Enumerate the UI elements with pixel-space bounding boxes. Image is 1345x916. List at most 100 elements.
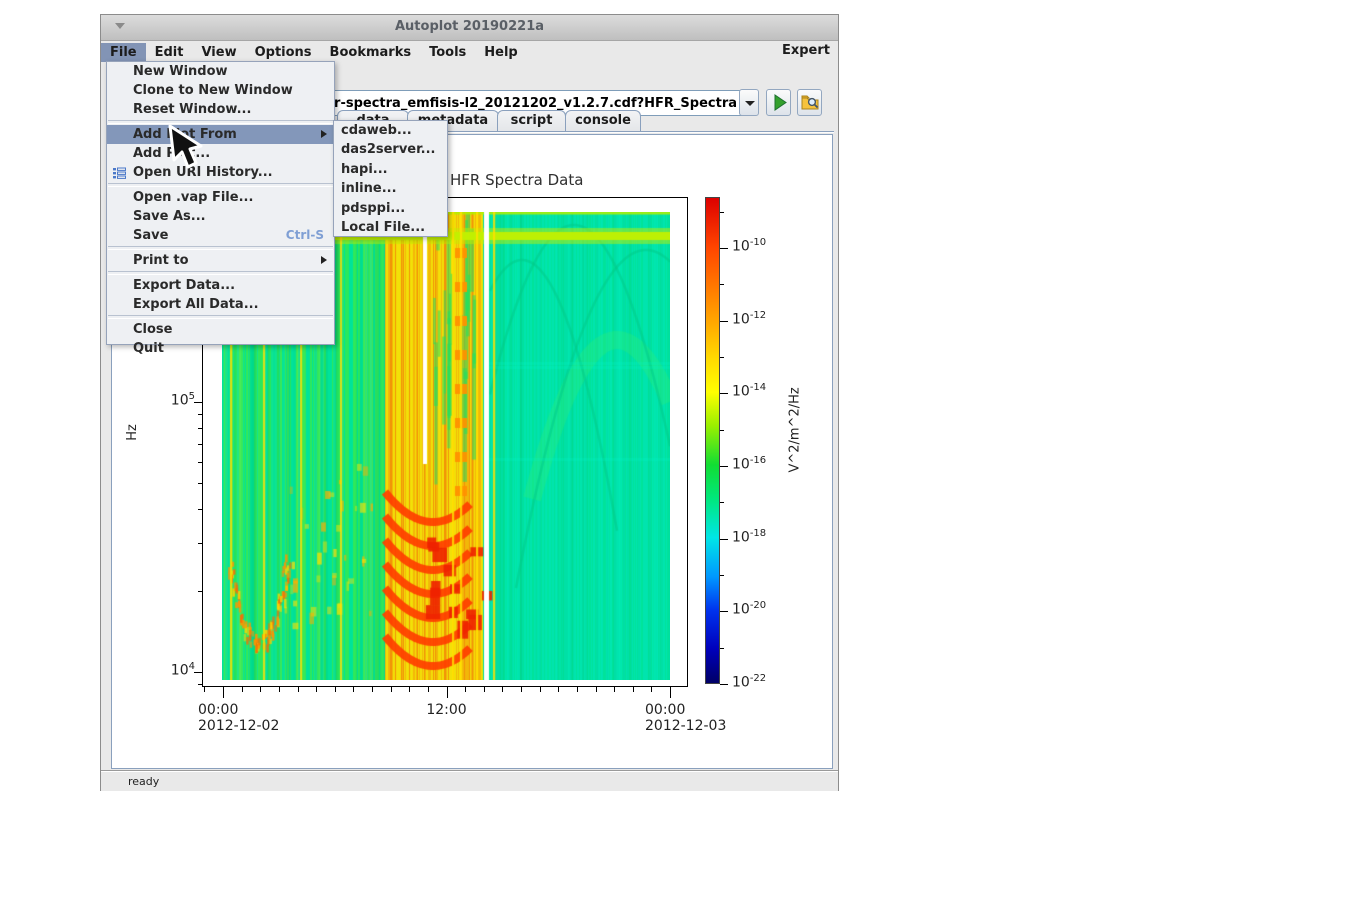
file-menu-item-clone-to-new-window[interactable]: Clone to New Window — [107, 81, 334, 100]
file-menu-item-add-plot[interactable]: Add Plot... — [107, 144, 334, 163]
colorbar-axis-label: V^2/m^2/Hz — [788, 393, 803, 473]
submenu-arrow-icon — [321, 130, 327, 138]
submenu-item-local-file[interactable]: Local File... — [334, 218, 447, 237]
submenu-item-das2server[interactable]: das2server... — [334, 140, 447, 159]
tick-mark — [353, 687, 354, 692]
tick-mark — [335, 687, 336, 692]
tick-mark — [720, 248, 728, 249]
tick-mark — [614, 687, 615, 692]
y-tick-label: 105 — [155, 391, 195, 409]
tick-mark — [720, 611, 728, 612]
tick-mark — [577, 687, 578, 692]
close-button[interactable] — [807, 16, 829, 38]
uri-dropdown-button[interactable] — [739, 89, 759, 116]
tick-mark — [204, 687, 205, 692]
file-menu-item-new-window[interactable]: New Window — [107, 62, 334, 81]
file-menu-item-print-to[interactable]: Print to — [107, 251, 334, 270]
tick-mark — [651, 687, 652, 692]
tick-mark — [720, 321, 728, 322]
menubar-item-view[interactable]: View — [192, 43, 245, 63]
colorbar-tick-label: 10-18 — [732, 528, 792, 546]
colorbar-tick-label: 10-16 — [732, 455, 792, 473]
colorbar-tick-label: 10-22 — [732, 673, 792, 691]
menu-separator — [108, 120, 333, 124]
tick-mark — [465, 687, 466, 692]
tick-mark — [428, 687, 429, 692]
play-icon — [768, 91, 791, 114]
file-menu-item-add-plot-from[interactable]: Add Plot From — [107, 125, 334, 144]
file-menu-item-close[interactable]: Close — [107, 320, 334, 339]
minimize-button[interactable] — [754, 16, 776, 38]
tick-mark — [409, 687, 410, 692]
plot-title: HFR Spectra Data — [450, 171, 583, 189]
tick-mark — [194, 672, 202, 673]
tick-mark — [198, 509, 202, 510]
menubar-item-bookmarks[interactable]: Bookmarks — [321, 43, 421, 63]
menubar-item-edit[interactable]: Edit — [146, 43, 193, 63]
folder-search-icon — [799, 91, 822, 114]
x-tick-label: 12:00 — [425, 702, 469, 718]
file-menu-item-reset-window[interactable]: Reset Window... — [107, 100, 334, 119]
colorbar-tick-label: 10-14 — [732, 382, 792, 400]
go-plot-button[interactable] — [766, 89, 791, 116]
tick-mark — [260, 687, 261, 692]
expert-mode-label[interactable]: Expert — [782, 43, 830, 58]
browse-file-button[interactable] — [797, 89, 822, 116]
file-menu-dropdown: New WindowClone to New WindowReset Windo… — [106, 61, 335, 345]
tick-mark — [372, 687, 373, 692]
tick-mark — [720, 575, 724, 576]
file-menu-item-open-vap-file[interactable]: Open .vap File... — [107, 188, 334, 207]
file-menu-item-export-data[interactable]: Export Data... — [107, 276, 334, 295]
menubar-item-options[interactable]: Options — [246, 43, 321, 63]
x-tick-label: 00:00 — [645, 702, 735, 718]
file-menu-item-save-as[interactable]: Save As... — [107, 207, 334, 226]
tab-script[interactable]: script — [497, 110, 566, 131]
file-menu-item-save[interactable]: SaveCtrl-S — [107, 226, 334, 245]
menubar-item-tools[interactable]: Tools — [420, 43, 475, 63]
submenu-item-pdsppi[interactable]: pdsppi... — [334, 199, 447, 218]
x-date-label: 2012-12-02 — [198, 718, 298, 734]
tick-mark — [447, 687, 448, 698]
maximize-button[interactable] — [780, 16, 802, 38]
y-axis-label: Hz — [125, 424, 140, 441]
mouse-cursor-icon — [162, 124, 208, 176]
tick-mark — [720, 430, 724, 431]
title-bar[interactable]: Autoplot 20190221a — [101, 15, 838, 41]
tick-mark — [198, 543, 202, 544]
x-tick-label: 00:00 — [198, 702, 288, 718]
screen: Autoplot 20190221a FileEditViewOptionsBo… — [0, 0, 1345, 916]
tab-console[interactable]: console — [565, 110, 641, 131]
tick-mark — [720, 284, 724, 285]
file-menu-item-open-uri-history[interactable]: Open URI History... — [107, 163, 334, 182]
menubar-item-file[interactable]: File — [101, 43, 146, 63]
menu-separator — [108, 271, 333, 275]
menu-separator — [108, 183, 333, 187]
tick-mark — [558, 687, 559, 692]
submenu-item-cdaweb[interactable]: cdaweb... — [334, 121, 447, 140]
tick-mark — [316, 687, 317, 692]
colorbar[interactable] — [705, 197, 720, 684]
tick-mark — [720, 466, 728, 467]
tick-mark — [279, 687, 280, 692]
menu-separator — [108, 315, 333, 319]
colorbar-tick-label: 10-10 — [732, 237, 792, 255]
submenu-item-hapi[interactable]: hapi... — [334, 160, 447, 179]
tick-mark — [720, 648, 724, 649]
file-menu-item-quit[interactable]: Quit — [107, 339, 334, 358]
tick-mark — [720, 212, 724, 213]
tick-mark — [198, 684, 202, 685]
menubar-item-help[interactable]: Help — [475, 43, 526, 63]
tick-mark — [298, 687, 299, 692]
tick-mark — [633, 687, 634, 692]
file-menu-item-export-all-data[interactable]: Export All Data... — [107, 295, 334, 314]
chevron-down-icon — [745, 101, 755, 106]
tick-mark — [198, 414, 202, 415]
tick-mark — [198, 428, 202, 429]
tick-mark — [391, 687, 392, 692]
add-plot-from-submenu: cdaweb...das2server...hapi...inline...pd… — [333, 120, 448, 237]
menu-separator — [108, 246, 333, 250]
tick-mark — [242, 687, 243, 692]
submenu-item-inline[interactable]: inline... — [334, 179, 447, 198]
tick-mark — [670, 687, 671, 698]
submenu-arrow-icon — [321, 256, 327, 264]
